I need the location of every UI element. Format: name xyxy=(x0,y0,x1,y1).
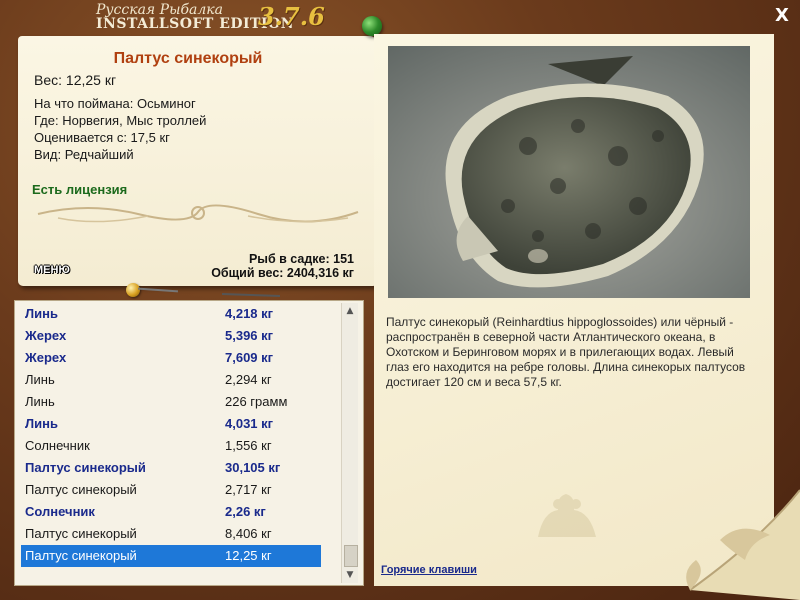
item-name: Линь xyxy=(25,416,58,431)
item-weight: 8,406 кг xyxy=(225,526,272,541)
scroll-down-arrow-icon[interactable]: ▼ xyxy=(342,567,358,583)
list-item[interactable]: Линь 4,031 кг xyxy=(21,413,321,435)
item-weight: 4,031 кг xyxy=(225,416,274,431)
fish-description: Палтус синекорый (Reinhardtius hippoglos… xyxy=(386,315,746,389)
fish-weight: Вес: 12,25 кг xyxy=(34,72,117,88)
item-weight: 2,26 кг xyxy=(225,504,266,519)
hotkeys-link[interactable]: Горячие клавиши xyxy=(381,564,477,576)
item-name: Жерех xyxy=(25,328,67,343)
item-name: Солнечник xyxy=(25,438,90,453)
scroll-thumb[interactable] xyxy=(344,545,358,567)
fish-value: Оценивается с: 17,5 кг xyxy=(34,130,170,145)
item-name: Палтус синекорый xyxy=(25,482,137,497)
list-item[interactable]: Жерех 5,396 кг xyxy=(21,325,321,347)
fish-rarity: Вид: Редчайший xyxy=(34,147,134,162)
item-name: Линь xyxy=(25,306,58,321)
green-pin-icon xyxy=(362,16,382,36)
list-item[interactable]: Линь 4,218 кг xyxy=(21,303,321,325)
total-weight: Общий вес: 2404,316 кг xyxy=(211,266,354,280)
item-weight: 1,556 кг xyxy=(225,438,272,453)
license-status: Есть лицензия xyxy=(32,182,128,197)
list-item[interactable]: Палтус синекорый 30,105 кг xyxy=(21,457,321,479)
item-weight: 7,609 кг xyxy=(225,350,274,365)
menu-button[interactable]: МЕНЮ xyxy=(34,264,70,276)
item-weight: 2,717 кг xyxy=(225,482,272,497)
fish-info-panel: Палтус синекорый Вес: 12,25 кг На что по… xyxy=(18,36,376,286)
item-name: Линь xyxy=(25,372,55,387)
gold-pin-icon xyxy=(126,283,140,297)
list-item[interactable]: Палтус синекорый 2,717 кг xyxy=(21,479,321,501)
list-item[interactable]: Линь 226 грамм xyxy=(21,391,321,413)
fish-photo xyxy=(388,46,750,298)
scroll-up-arrow-icon[interactable]: ▲ xyxy=(342,303,358,319)
list-scrollbar[interactable]: ▲ ▼ xyxy=(341,303,358,583)
page-curl xyxy=(686,489,800,600)
item-weight: 2,294 кг xyxy=(225,372,272,387)
list-item[interactable]: Палтус синекорый 8,406 кг xyxy=(21,523,321,545)
app-version: 3.7.6 xyxy=(258,2,325,31)
catch-list[interactable]: Линь 4,218 кг Жерех 5,396 кг Жерех 7,609… xyxy=(14,300,364,586)
item-name: Жерех xyxy=(25,350,67,365)
item-weight: 226 грамм xyxy=(225,394,288,409)
item-name: Палтус синекорый xyxy=(25,548,137,563)
fish-place: Где: Норвегия, Мыс троллей xyxy=(34,113,207,128)
fish-count: Рыб в садке: 151 xyxy=(248,252,354,266)
item-weight: 5,396 кг xyxy=(225,328,274,343)
fish-name: Палтус синекорый xyxy=(113,50,263,67)
ornament-divider xyxy=(37,204,359,223)
item-weight: 12,25 кг xyxy=(225,548,272,563)
close-button[interactable]: X xyxy=(772,6,792,26)
list-item-selected[interactable]: Палтус синекорый 12,25 кг xyxy=(21,545,321,567)
list-item[interactable]: Линь 2,294 кг xyxy=(21,369,321,391)
item-weight: 4,218 кг xyxy=(225,306,274,321)
item-name: Палтус синекорый xyxy=(25,460,146,475)
item-name: Линь xyxy=(25,394,55,409)
item-name: Палтус синекорый xyxy=(25,526,137,541)
list-item[interactable]: Солнечник 1,556 кг xyxy=(21,435,321,457)
fish-watermark-icon xyxy=(538,494,596,537)
fish-bait: На что поймана: Осьминог xyxy=(34,96,196,111)
item-weight: 30,105 кг xyxy=(225,460,281,475)
list-item[interactable]: Солнечник 2,26 кг xyxy=(21,501,321,523)
item-name: Солнечник xyxy=(25,504,95,519)
title-bar: Русская Рыбалка INSTALLSOFT EDITION 3.7.… xyxy=(0,0,800,34)
list-item[interactable]: Жерех 7,609 кг xyxy=(21,347,321,369)
